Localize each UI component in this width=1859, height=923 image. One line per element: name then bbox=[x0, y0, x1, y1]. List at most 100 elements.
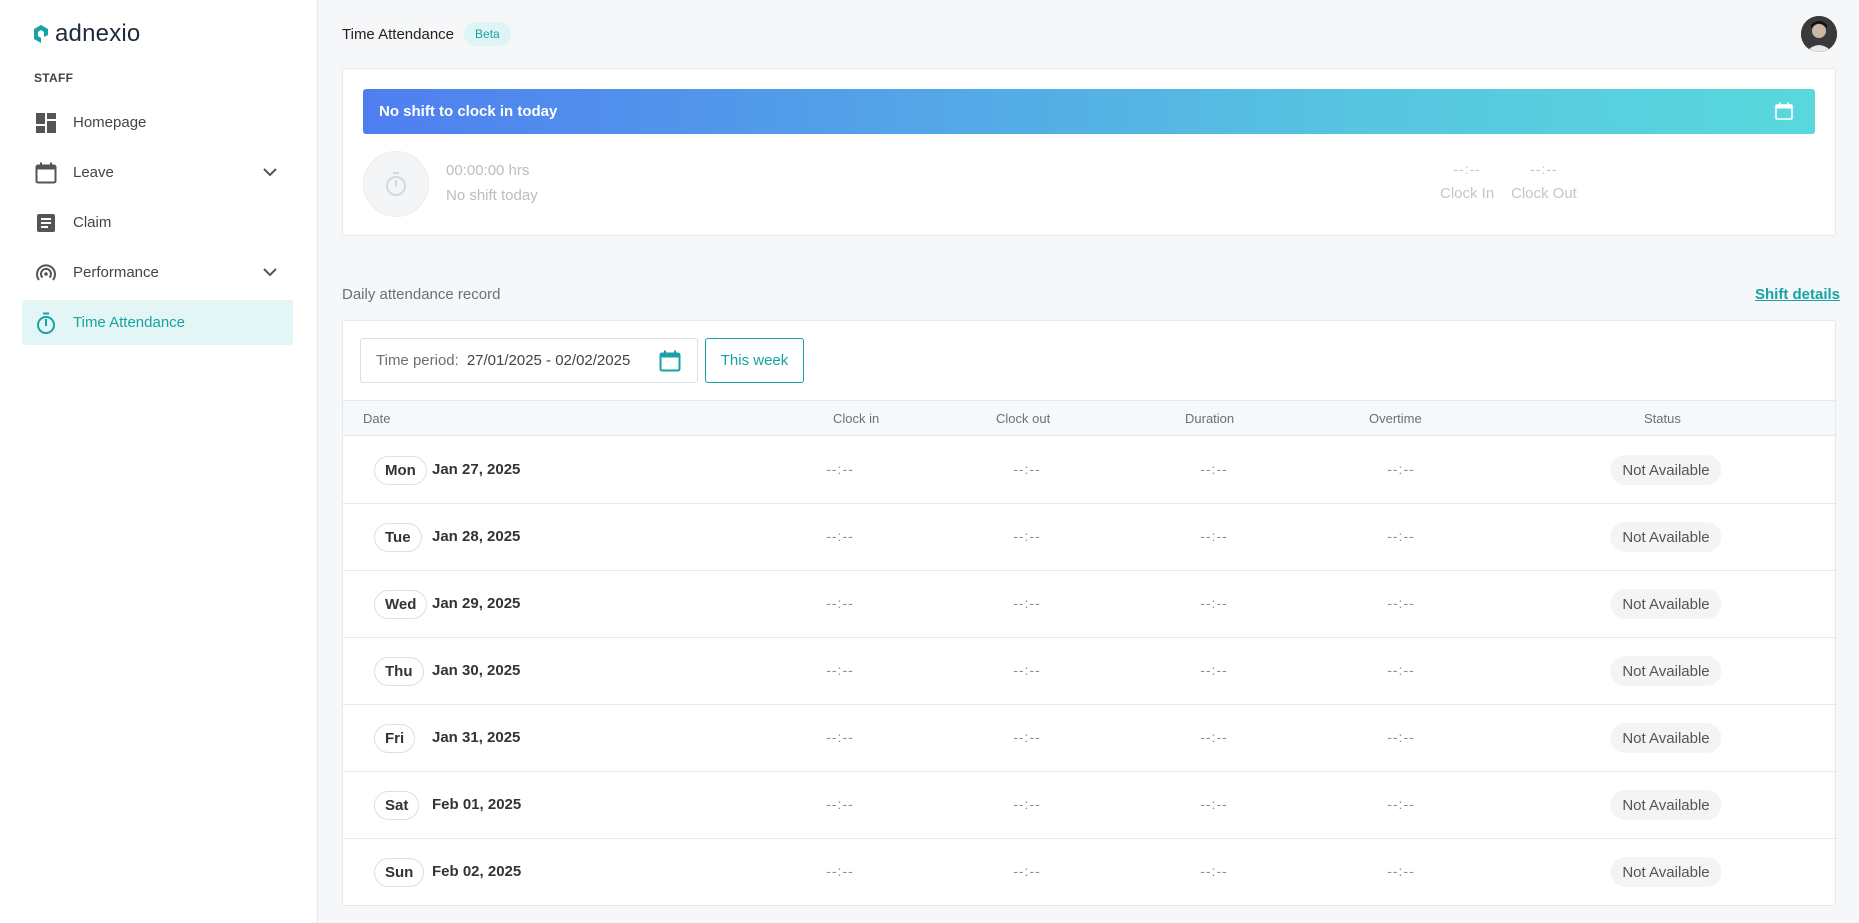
records-title: Daily attendance record bbox=[342, 286, 501, 303]
clock-in-label: Clock In bbox=[1440, 185, 1495, 202]
status-badge: Not Available bbox=[1610, 589, 1722, 619]
column-header-status: Status bbox=[1644, 411, 1681, 426]
cell-clock-in: --:-- bbox=[826, 863, 854, 879]
column-header-clock-out: Clock out bbox=[996, 411, 1051, 426]
sidebar-item-performance[interactable]: Performance bbox=[22, 250, 293, 295]
cell-duration: --:-- bbox=[1200, 461, 1228, 477]
status-badge: Not Available bbox=[1610, 857, 1722, 887]
sidebar-item-label: Claim bbox=[73, 214, 112, 231]
calendar-icon[interactable] bbox=[659, 350, 681, 372]
row-date: Feb 01, 2025 bbox=[432, 796, 522, 813]
day-badge: Sat bbox=[374, 791, 420, 820]
clock-out-value: --:-- bbox=[1530, 161, 1558, 177]
table-row: Wed Jan 29, 2025 --:-- --:-- --:-- --:-- Not A… bbox=[343, 571, 1835, 638]
cell-duration: --:-- bbox=[1200, 595, 1228, 611]
cell-clock-in: --:-- bbox=[826, 461, 854, 477]
section-label-staff: STAFF bbox=[34, 71, 74, 85]
dashboard-icon bbox=[35, 112, 57, 134]
cell-overtime: --:-- bbox=[1387, 662, 1415, 678]
day-badge: Mon bbox=[374, 456, 427, 485]
sidebar-item-label: Leave bbox=[73, 164, 114, 181]
column-header-date: Date bbox=[363, 411, 391, 426]
chevron-down-icon[interactable] bbox=[259, 262, 281, 284]
performance-icon bbox=[35, 262, 57, 284]
row-date: Jan 28, 2025 bbox=[432, 528, 521, 545]
main-content: Time Attendance Beta No shift to clock i… bbox=[318, 0, 1859, 923]
cell-overtime: --:-- bbox=[1387, 528, 1415, 544]
row-date: Feb 02, 2025 bbox=[432, 863, 522, 880]
time-period-label: Time period: bbox=[376, 352, 459, 369]
calendar-icon[interactable] bbox=[1775, 102, 1793, 120]
sidebar-item-label: Time Attendance bbox=[73, 314, 186, 331]
cell-duration: --:-- bbox=[1200, 662, 1228, 678]
clock-out-label: Clock Out bbox=[1511, 185, 1577, 202]
column-header-overtime: Overtime bbox=[1369, 411, 1422, 426]
sidebar-item-leave[interactable]: Leave bbox=[22, 150, 293, 195]
sidebar-item-label: Performance bbox=[73, 264, 159, 281]
calendar-icon bbox=[35, 162, 57, 184]
cell-overtime: --:-- bbox=[1387, 595, 1415, 611]
table-row: Mon Jan 27, 2025 --:-- --:-- --:-- --:-- Not A… bbox=[343, 437, 1835, 504]
avatar[interactable] bbox=[1801, 16, 1837, 52]
table-row: Thu Jan 30, 2025 --:-- --:-- --:-- --:-- Not A… bbox=[343, 638, 1835, 705]
cell-overtime: --:-- bbox=[1387, 729, 1415, 745]
cell-clock-in: --:-- bbox=[826, 662, 854, 678]
status-badge: Not Available bbox=[1610, 656, 1722, 686]
time-period-value: 27/01/2025 - 02/02/2025 bbox=[466, 352, 631, 369]
cell-clock-out: --:-- bbox=[1013, 796, 1041, 812]
status-badge: Not Available bbox=[1610, 790, 1722, 820]
cell-duration: --:-- bbox=[1200, 863, 1228, 879]
time-period-picker[interactable]: Time period: 27/01/2025 - 02/02/2025 bbox=[360, 338, 698, 383]
document-icon bbox=[35, 212, 57, 234]
clock-in-button[interactable] bbox=[363, 151, 429, 217]
status-badge: Not Available bbox=[1610, 522, 1722, 552]
shift-status-text: No shift today bbox=[446, 187, 538, 204]
brand-logo[interactable]: adnexio bbox=[33, 20, 140, 48]
sidebar-nav: Homepage Leave Claim Performance Time At… bbox=[22, 100, 293, 350]
table-header: Date Clock in Clock out Duration Overtim… bbox=[343, 400, 1835, 436]
stopwatch-icon bbox=[35, 312, 57, 334]
day-badge: Wed bbox=[374, 590, 428, 619]
status-badge: Not Available bbox=[1610, 455, 1722, 485]
stopwatch-icon bbox=[386, 172, 406, 196]
brand-name: adnexio bbox=[55, 20, 141, 47]
sidebar-item-label: Homepage bbox=[73, 114, 147, 131]
day-badge: Sun bbox=[374, 858, 425, 887]
page-header: Time Attendance Beta bbox=[342, 22, 511, 46]
sidebar-item-homepage[interactable]: Homepage bbox=[22, 100, 293, 145]
cell-clock-out: --:-- bbox=[1013, 595, 1041, 611]
row-date: Jan 27, 2025 bbox=[432, 461, 521, 478]
banner-text: No shift to clock in today bbox=[379, 103, 558, 120]
day-badge: Fri bbox=[374, 724, 416, 753]
table-row: Tue Jan 28, 2025 --:-- --:-- --:-- --:-- Not A… bbox=[343, 504, 1835, 571]
row-date: Jan 31, 2025 bbox=[432, 729, 521, 746]
cell-clock-out: --:-- bbox=[1013, 729, 1041, 745]
cell-overtime: --:-- bbox=[1387, 863, 1415, 879]
status-badge: Not Available bbox=[1610, 723, 1722, 753]
cell-overtime: --:-- bbox=[1387, 796, 1415, 812]
logo-icon bbox=[34, 25, 48, 43]
table-row: Sun Feb 02, 2025 --:-- --:-- --:-- --:-- Not A… bbox=[343, 839, 1835, 905]
table-row: Fri Jan 31, 2025 --:-- --:-- --:-- --:-- Not A… bbox=[343, 705, 1835, 772]
clock-in-summary: --:-- Clock In bbox=[1440, 161, 1494, 202]
sidebar-item-time-attendance[interactable]: Time Attendance bbox=[22, 300, 293, 345]
cell-clock-in: --:-- bbox=[826, 595, 854, 611]
chevron-down-icon[interactable] bbox=[259, 162, 281, 184]
column-header-clock-in: Clock in bbox=[833, 411, 880, 426]
cell-duration: --:-- bbox=[1200, 796, 1228, 812]
clock-out-summary: --:-- Clock Out bbox=[1511, 161, 1577, 202]
page-title: Time Attendance bbox=[342, 25, 455, 43]
row-date: Jan 30, 2025 bbox=[432, 662, 521, 679]
day-badge: Thu bbox=[374, 657, 424, 686]
cell-clock-in: --:-- bbox=[826, 729, 854, 745]
cell-duration: --:-- bbox=[1200, 528, 1228, 544]
table-row: Sat Feb 01, 2025 --:-- --:-- --:-- --:-- Not A… bbox=[343, 772, 1835, 839]
sidebar-item-claim[interactable]: Claim bbox=[22, 200, 293, 245]
shift-details-link[interactable]: Shift details bbox=[1755, 286, 1840, 303]
cell-clock-in: --:-- bbox=[826, 528, 854, 544]
cell-clock-in: --:-- bbox=[826, 796, 854, 812]
cell-clock-out: --:-- bbox=[1013, 528, 1041, 544]
this-week-button[interactable]: This week bbox=[705, 338, 804, 383]
column-header-duration: Duration bbox=[1185, 411, 1235, 426]
clock-in-value: --:-- bbox=[1453, 161, 1481, 177]
